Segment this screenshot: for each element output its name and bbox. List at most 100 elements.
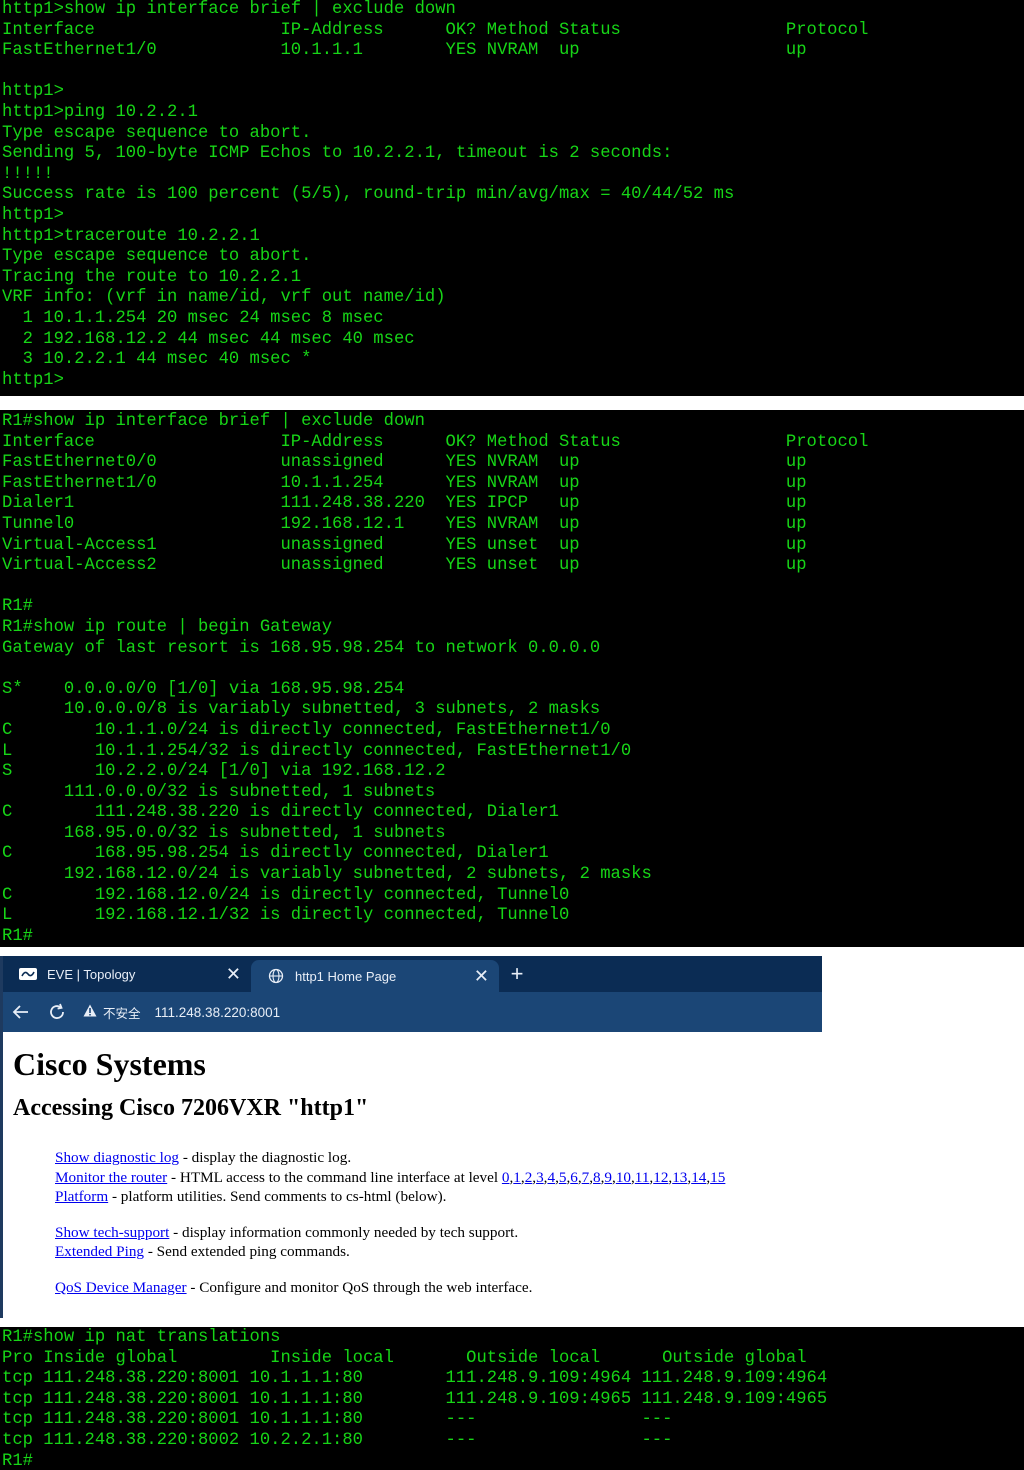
level-8-link[interactable]: 8 (593, 1169, 601, 1186)
tab-title: http1 Home Page (295, 968, 397, 984)
terminal-line: L 192.168.12.1/32 is directly connected,… (2, 906, 570, 926)
terminal-line: C 168.95.98.254 is directly connected, D… (2, 844, 549, 864)
terminal-line: Dialer1 111.248.38.220 YES IPCP up up (2, 494, 807, 514)
terminal-line: S 10.2.2.0/24 [1/0] via 192.168.12.2 (2, 762, 446, 782)
terminal-line: http1> (2, 82, 64, 102)
link-description: - Send extended ping commands. (144, 1243, 350, 1261)
level-3-link[interactable]: 3 (536, 1169, 544, 1186)
terminal-line: http1> (2, 205, 64, 225)
back-arrow-icon[interactable] (3, 994, 39, 1030)
terminal-line: http1>show ip interface brief | exclude … (2, 0, 456, 19)
level-6-link[interactable]: 6 (570, 1169, 578, 1186)
warning-icon[interactable] (83, 1004, 97, 1020)
globe-icon (267, 968, 285, 984)
level-2-link[interactable]: 2 (525, 1169, 533, 1186)
terminal-line: S* 0.0.0.0/0 [1/0] via 168.95.98.254 (2, 679, 405, 699)
platform-link[interactable]: Platform (55, 1188, 108, 1205)
terminal-line: tcp 111.248.38.220:8001 10.1.1.1:80 --- … (2, 1410, 673, 1430)
terminal-line: R1#show ip route | begin Gateway (2, 617, 333, 637)
terminal-line: C 10.1.1.0/24 is directly connected, Fas… (2, 720, 611, 740)
terminal-http1[interactable]: http1>show ip interface brief | exclude … (0, 0, 1024, 396)
terminal-line: R1# (2, 926, 33, 946)
terminal-line: Pro Inside global Inside local Outside l… (2, 1348, 807, 1368)
monitor-router-link[interactable]: Monitor the router (55, 1169, 167, 1186)
terminal-line: C 192.168.12.0/24 is directly connected,… (2, 885, 570, 905)
terminal-line: 10.0.0.0/8 is variably subnetted, 3 subn… (2, 700, 601, 720)
terminal-line: FastEthernet0/0 unassigned YES NVRAM up … (2, 453, 807, 473)
terminal-line: FastEthernet1/0 10.1.1.1 YES NVRAM up up (2, 41, 807, 61)
url-text[interactable]: 111.248.38.220:8001 (155, 1005, 281, 1020)
security-label[interactable]: 不安全 (103, 1003, 141, 1022)
terminal-line: L 10.1.1.254/32 is directly connected, F… (2, 741, 632, 761)
level-14-link[interactable]: 14 (691, 1169, 706, 1186)
tab-eve-topology[interactable]: EVE | Topology ✕ (3, 956, 251, 992)
terminal-line: Sending 5, 100-byte ICMP Echos to 10.2.2… (2, 144, 673, 164)
terminal-r1-routes[interactable]: R1#show ip interface brief | exclude dow… (0, 410, 1024, 947)
page-subtitle: Accessing Cisco 7206VXR "http1" (13, 1095, 369, 1121)
list-item: Show tech-support - display information … (55, 1223, 822, 1243)
level-12-link[interactable]: 12 (653, 1169, 668, 1186)
browser-window: EVE | Topology ✕ http1 Home Page ✕ + 不安全… (0, 956, 822, 1318)
terminal-line: R1# (2, 597, 33, 617)
terminal-line: Virtual-Access2 unassigned YES unset up … (2, 556, 807, 576)
list-item: Monitor the router - HTML access to the … (55, 1168, 822, 1188)
terminal-line: Virtual-Access1 unassigned YES unset up … (2, 535, 807, 555)
new-tab-button[interactable]: + (499, 956, 535, 992)
terminal-line: http1> (2, 370, 64, 390)
terminal-line: tcp 111.248.38.220:8002 10.2.2.1:80 --- … (2, 1430, 673, 1450)
terminal-line: http1>ping 10.2.2.1 (2, 102, 198, 122)
terminal-line: Success rate is 100 percent (5/5), round… (2, 185, 735, 205)
list-item: Show diagnostic log - display the diagno… (55, 1148, 822, 1168)
address-bar: 不安全 111.248.38.220:8001 (3, 992, 822, 1032)
close-icon[interactable]: ✕ (226, 965, 241, 983)
reload-icon[interactable] (39, 994, 75, 1030)
show-tech-support-link[interactable]: Show tech-support (55, 1224, 169, 1241)
extended-ping-link[interactable]: Extended Ping (55, 1243, 144, 1260)
terminal-line: Tracing the route to 10.2.2.1 (2, 267, 302, 287)
level-9-link[interactable]: 9 (604, 1169, 612, 1186)
level-links: 0,1,2,3,4,5,6,7,8,9,10,11,12,13,14,15 (501, 1168, 726, 1186)
level-1-link[interactable]: 1 (513, 1169, 521, 1186)
level-0-link[interactable]: 0 (502, 1169, 510, 1186)
level-13-link[interactable]: 13 (672, 1169, 687, 1186)
terminal-line: Type escape sequence to abort. (2, 123, 312, 143)
eve-logo-icon (19, 967, 37, 981)
url-field[interactable]: 不安全 111.248.38.220:8001 (83, 1003, 280, 1022)
terminal-line: Type escape sequence to abort. (2, 247, 312, 267)
level-5-link[interactable]: 5 (559, 1169, 567, 1186)
qos-device-manager-link[interactable]: QoS Device Manager (55, 1279, 187, 1296)
terminal-line: R1#show ip nat translations (2, 1328, 281, 1347)
level-11-link[interactable]: 11 (635, 1169, 650, 1186)
terminal-line: tcp 111.248.38.220:8001 10.1.1.1:80 111.… (2, 1389, 828, 1409)
tab-http1-home[interactable]: http1 Home Page ✕ (251, 960, 499, 992)
link-description: - platform utilities. Send comments to c… (108, 1188, 447, 1206)
list-item: Extended Ping - Send extended ping comma… (55, 1242, 822, 1262)
link-description: - HTML access to the command line interf… (167, 1168, 502, 1186)
terminal-line: 2 192.168.12.2 44 msec 44 msec 40 msec (2, 329, 415, 349)
level-10-link[interactable]: 10 (616, 1169, 631, 1186)
show-diagnostic-log-link[interactable]: Show diagnostic log (55, 1149, 179, 1166)
level-15-link[interactable]: 15 (710, 1169, 725, 1186)
page-content: Cisco Systems Accessing Cisco 7206VXR "h… (3, 1032, 822, 1298)
terminal-line: tcp 111.248.38.220:8001 10.1.1.1:80 111.… (2, 1369, 828, 1389)
tab-title: EVE | Topology (47, 966, 136, 982)
terminal-line: R1#show ip interface brief | exclude dow… (2, 412, 425, 431)
terminal-line: FastEthernet1/0 10.1.1.254 YES NVRAM up … (2, 473, 807, 493)
terminal-line: 168.95.0.0/32 is subnetted, 1 subnets (2, 823, 446, 843)
terminal-line: !!!!! (2, 164, 54, 184)
link-description: - display the diagnostic log. (179, 1149, 352, 1166)
link-description: - display information commonly needed by… (169, 1223, 519, 1241)
terminal-line: Gateway of last resort is 168.95.98.254 … (2, 638, 601, 658)
level-7-link[interactable]: 7 (582, 1169, 590, 1186)
terminal-line: Interface IP-Address OK? Method Status P… (2, 20, 869, 40)
close-icon[interactable]: ✕ (474, 967, 489, 985)
terminal-line: 111.0.0.0/32 is subnetted, 1 subnets (2, 782, 436, 802)
terminal-line: R1# (2, 1451, 33, 1470)
terminal-line: 1 10.1.1.254 20 msec 24 msec 8 msec (2, 308, 384, 328)
terminal-r1-nat[interactable]: R1#show ip nat translations Pro Inside gl… (0, 1327, 1024, 1470)
terminal-line: Interface IP-Address OK? Method Status P… (2, 432, 869, 452)
level-4-link[interactable]: 4 (547, 1169, 555, 1186)
list-item: Platform - platform utilities. Send comm… (55, 1187, 822, 1207)
